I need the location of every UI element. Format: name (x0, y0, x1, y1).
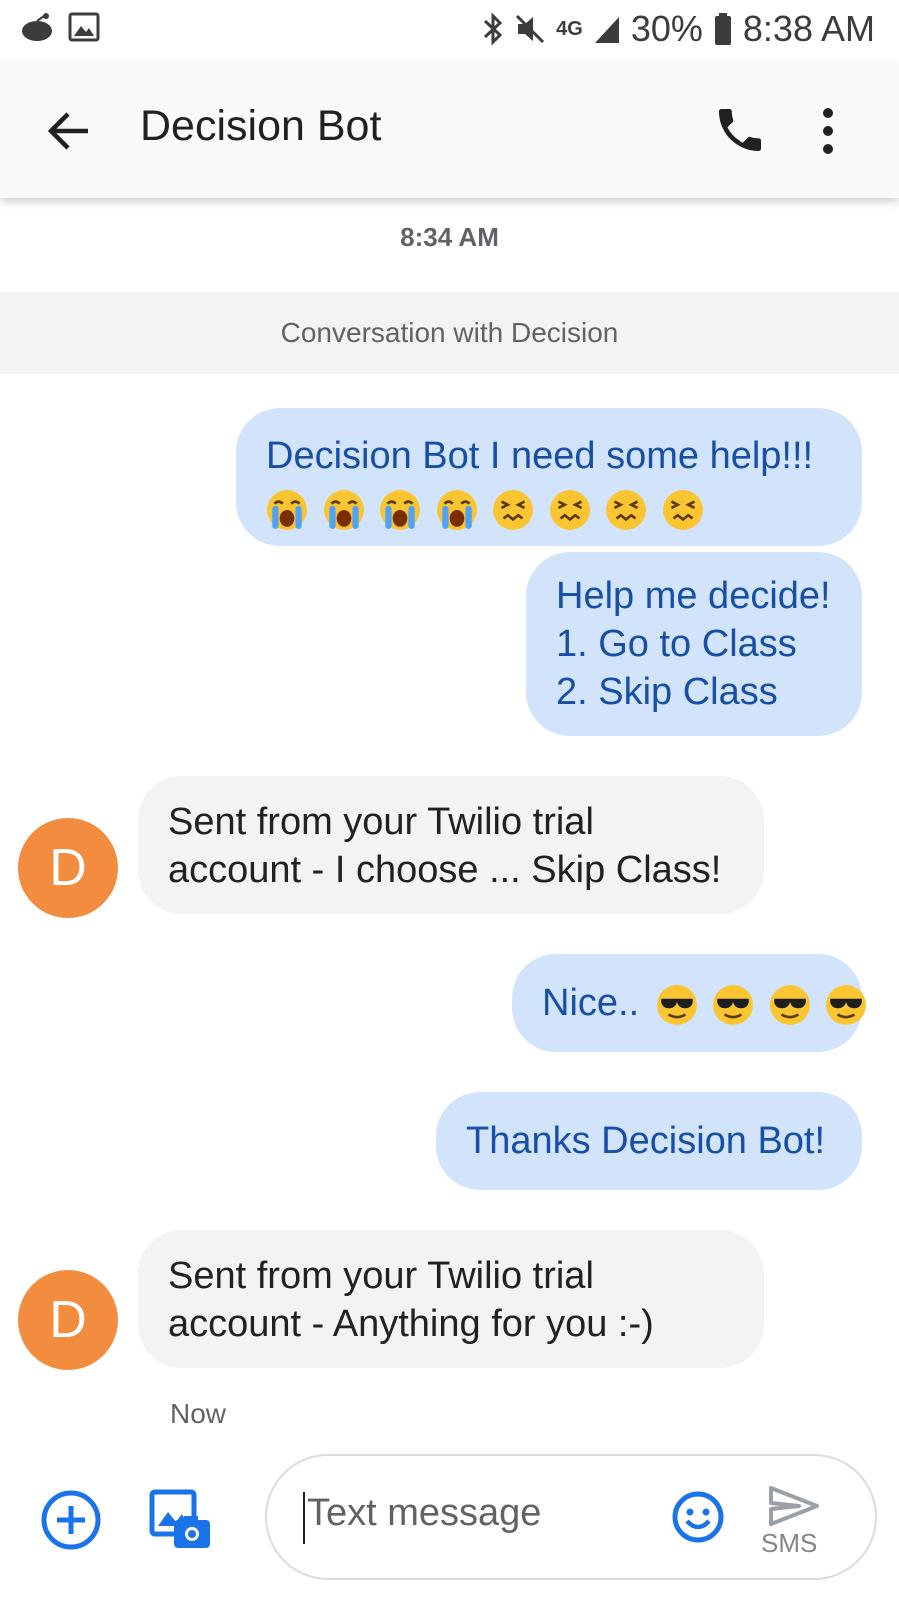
sunglasses-face-icon (826, 985, 867, 1025)
message-text: account - Anything for you :-) (168, 1303, 654, 1345)
send-type-label: SMS (761, 1528, 818, 1558)
status-left-icons (20, 12, 100, 42)
sunglasses-face-icon (713, 985, 754, 1025)
gallery-camera-icon[interactable] (148, 1488, 212, 1552)
loudly-crying-face-icon (267, 490, 307, 530)
add-circle-icon[interactable] (40, 1489, 102, 1551)
message-text: Sent from your Twilio trial (168, 1255, 594, 1297)
confounded-face-icon (606, 490, 647, 530)
loudly-crying-face-icon (380, 490, 421, 530)
network-type: 4G (556, 17, 583, 40)
incoming-message-bubble[interactable]: Sent from your Twilio trial account - An… (138, 1230, 764, 1368)
message-input[interactable]: Text message SMS (265, 1454, 877, 1580)
message-input-placeholder: Text message (307, 1492, 542, 1534)
messages-screen: 4G 30% 8:38 AM Decision Bot 8:34 AM Conv… (0, 0, 899, 1599)
emoji-row (266, 484, 832, 532)
avatar[interactable]: D (18, 818, 118, 918)
outgoing-message-bubble[interactable]: Help me decide! 1. Go to Class 2. Skip C… (526, 552, 862, 736)
incoming-message-bubble[interactable]: Sent from your Twilio trial account - I … (138, 776, 764, 914)
message-text: Thanks Decision Bot! (466, 1120, 826, 1162)
battery-icon (714, 13, 731, 45)
image-notification-icon (68, 12, 100, 42)
confounded-face-icon (549, 490, 590, 530)
outgoing-message-bubble[interactable]: Nice.. (512, 954, 867, 1052)
conversation-banner: Conversation with Decision (0, 292, 899, 374)
outgoing-message-bubble[interactable]: Decision Bot I need some help!!! (236, 408, 862, 546)
confounded-face-icon (662, 490, 703, 530)
arrow-back-icon[interactable] (44, 106, 94, 156)
emoji-icon[interactable] (671, 1490, 725, 1544)
message-text: Sent from your Twilio trial (168, 801, 594, 843)
loudly-crying-face-icon (436, 490, 477, 530)
bluetooth-icon (484, 12, 503, 46)
app-bar: Decision Bot (0, 62, 899, 198)
status-bar: 4G 30% 8:38 AM (0, 0, 899, 62)
status-right-icons: 4G 30% 8:38 AM (482, 8, 875, 50)
phone-icon[interactable] (712, 102, 768, 158)
message-time: Now (170, 1398, 227, 1429)
message-text: Decision Bot I need some help!!! (266, 435, 814, 477)
message-text: Help me decide! (556, 575, 831, 617)
message-text: account - I choose ... Skip Class! (168, 849, 722, 891)
status-time: 8:38 AM (742, 8, 875, 49)
conversation-timestamp: 8:34 AM (400, 222, 499, 252)
conversation-title: Decision Bot (140, 102, 382, 150)
sunglasses-face-icon (769, 985, 810, 1025)
more-vert-icon[interactable] (820, 106, 836, 156)
text-cursor (303, 1492, 305, 1544)
reddit-icon (22, 13, 52, 41)
loudly-crying-face-icon (323, 490, 364, 530)
mute-icon (516, 14, 545, 44)
message-text: 2. Skip Class (556, 671, 778, 713)
sunglasses-face-icon (656, 985, 697, 1025)
message-line: Nice.. (542, 979, 867, 1027)
message-text: Nice.. (542, 982, 640, 1024)
outgoing-message-bubble[interactable]: Thanks Decision Bot! (436, 1092, 862, 1190)
avatar[interactable]: D (18, 1270, 118, 1370)
signal-icon (594, 17, 619, 43)
battery-percent: 30% (630, 8, 703, 49)
confounded-face-icon (493, 490, 534, 530)
message-text: 1. Go to Class (556, 623, 797, 665)
